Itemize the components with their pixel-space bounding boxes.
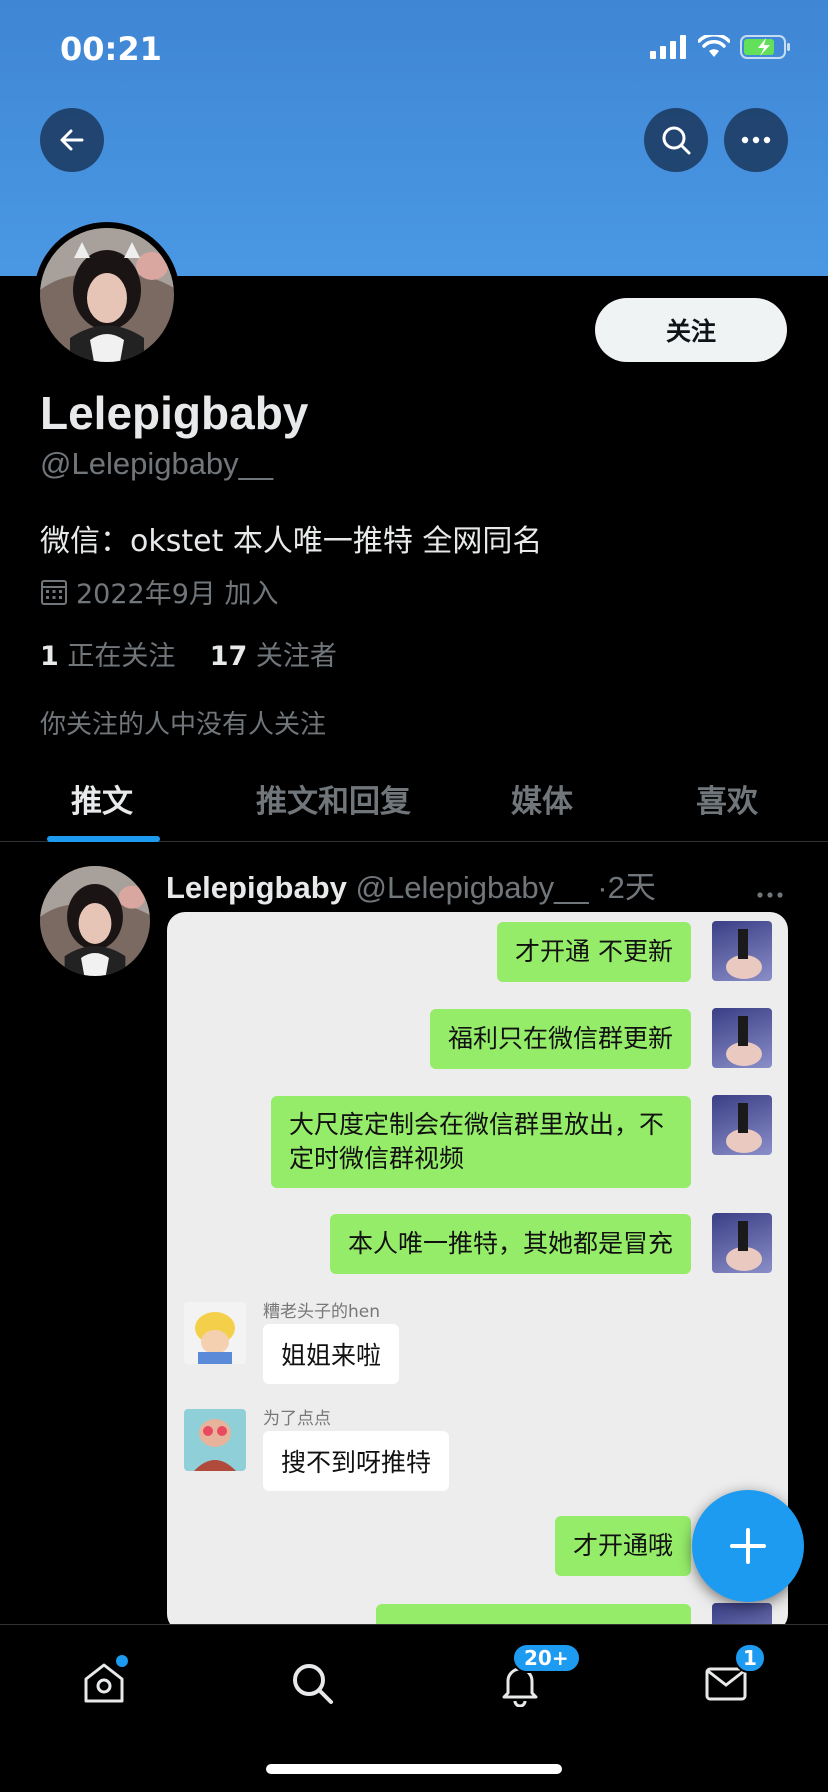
home-unread-dot	[116, 1655, 128, 1667]
profile-joined: 2022年9月 加入	[40, 572, 278, 611]
chat-bubble: 才开通 不更新	[497, 922, 691, 982]
avatar-photo	[40, 228, 174, 362]
chat-avatar-other	[184, 1302, 246, 1364]
chat-avatar-self	[712, 1213, 772, 1273]
notifications-badge: 20+	[512, 1643, 581, 1673]
status-bar: 00:21	[0, 0, 828, 100]
back-button[interactable]	[40, 108, 104, 172]
follow-button[interactable]: 关注	[595, 298, 787, 362]
status-icons	[650, 34, 792, 60]
home-indicator	[266, 1764, 562, 1774]
more-horizontal-icon	[757, 892, 783, 898]
chat-avatar-other	[184, 1409, 246, 1471]
active-tab-indicator	[47, 836, 160, 842]
tab-tweets-and-replies[interactable]: 推文和回复	[256, 776, 411, 821]
chat-bubble: 福利只在微信群更新	[429, 1009, 691, 1069]
arrow-left-icon	[60, 129, 84, 151]
search-button[interactable]	[644, 108, 708, 172]
calendar-icon	[41, 579, 67, 605]
tab-likes[interactable]: 喜欢	[696, 776, 758, 821]
followers-link[interactable]: 17 关注者	[210, 641, 337, 672]
joined-date: 2022年9月 加入	[76, 579, 279, 610]
tweet-media-image[interactable]: 才开通 不更新 福利只在微信群更新 大尺度定制会在微信群里放出，不定时微信群视频…	[167, 912, 788, 1632]
profile-display-name: Lelepigbaby	[40, 387, 309, 439]
nav-home[interactable]	[74, 1653, 134, 1713]
chat-avatar-self	[712, 1008, 772, 1068]
following-link[interactable]: 1 正在关注	[40, 641, 175, 672]
more-horizontal-icon	[741, 136, 771, 144]
tweet-more-button[interactable]	[756, 876, 784, 906]
followers-label: 关注者	[255, 641, 337, 672]
profile-bio: 微信：okstet 本人唯一推特 全网同名	[40, 524, 543, 559]
chat-avatar-self	[712, 921, 772, 981]
profile-tabs: 推文 推文和回复 媒体 喜欢	[0, 750, 828, 842]
compose-tweet-button[interactable]	[692, 1490, 804, 1602]
tweet-separator: ·	[597, 870, 608, 905]
battery-charging-icon	[740, 35, 790, 59]
wifi-icon	[698, 35, 730, 57]
profile-handle: @Lelepigbaby__	[40, 446, 274, 481]
chat-bubble: 本人唯一推特，其她都是冒充	[329, 1214, 691, 1274]
following-label: 正在关注	[67, 641, 176, 672]
profile-avatar[interactable]	[34, 222, 180, 368]
chat-avatar-self	[712, 1095, 772, 1155]
chat-bubble: 大尺度定制会在微信群里放出，不定时微信群视频	[271, 1096, 691, 1188]
chat-bubble: 才开通哦	[554, 1516, 691, 1576]
chat-sender-name: 糟老头子的hen	[263, 1302, 381, 1322]
avatar-photo	[40, 866, 150, 976]
tweet-author-avatar[interactable]	[40, 866, 150, 976]
search-icon	[293, 1664, 333, 1704]
tab-media[interactable]: 媒体	[511, 776, 573, 821]
tweet-header: Lelepigbaby @Lelepigbaby__ ·2天	[166, 862, 656, 907]
tweet-author-name[interactable]: Lelepigbaby	[166, 870, 347, 905]
followers-count: 17	[209, 641, 248, 672]
chat-bubble: 姐姐来啦	[263, 1324, 400, 1384]
nav-search[interactable]	[282, 1653, 342, 1713]
more-options-button[interactable]	[724, 108, 788, 172]
status-time: 00:21	[60, 30, 162, 68]
search-icon	[662, 126, 691, 155]
chat-sender-name: 为了点点	[263, 1409, 331, 1429]
signal-icon	[650, 35, 686, 59]
mutual-followers-note: 你关注的人中没有人关注	[40, 710, 327, 740]
tab-tweets[interactable]: 推文	[71, 776, 133, 821]
following-count: 1	[40, 641, 59, 672]
tweet-author-handle: @Lelepigbaby__	[355, 870, 589, 905]
tweet-time: 2天	[607, 870, 656, 905]
messages-badge: 1	[734, 1643, 766, 1673]
chat-bubble: 搜不到呀推特	[263, 1431, 450, 1491]
follow-counts: 1 正在关注 17 关注者	[40, 634, 337, 673]
plus-icon	[730, 1528, 766, 1564]
